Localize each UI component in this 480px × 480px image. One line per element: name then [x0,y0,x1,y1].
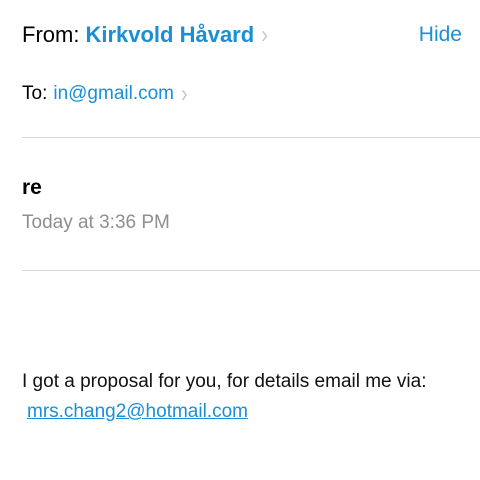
message-date: Today at 3:36 PM [22,212,170,233]
email-link[interactable]: mrs.chang2@hotmail.com [27,401,248,423]
to-label: To: [22,83,48,104]
chevron-right-icon[interactable]: › [181,80,188,109]
message-body: I got a proposal for you, for details em… [22,371,427,392]
from-row: From: Kirkvold Håvard › Hide [22,19,462,51]
email-view: From: Kirkvold Håvard › Hide To: in@gmai… [0,0,480,480]
from-label: From: [22,22,80,47]
hide-button[interactable]: Hide [419,19,462,51]
subject-divider [22,270,480,271]
header-divider [22,137,480,138]
to-row: To: in@gmail.com › [22,80,188,108]
message-subject: re [22,176,42,199]
chevron-right-icon[interactable]: › [261,21,268,50]
sender-name[interactable]: Kirkvold Håvard [85,22,254,48]
recipient-address[interactable]: in@gmail.com [53,83,174,105]
